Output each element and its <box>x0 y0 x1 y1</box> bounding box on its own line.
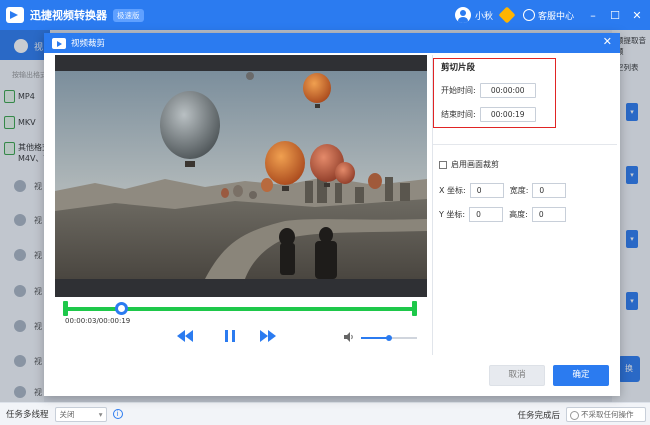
dialog-title-bar: 视频裁剪 ✕ <box>44 33 620 53</box>
video-crop-dialog: 视频裁剪 ✕ 00:00:03/00:00:19 剪切片段 开始时间: 00:0… <box>44 33 620 396</box>
y-label: Y 坐标: <box>439 210 466 219</box>
settings-panel: 剪切片段 开始时间: 00:00:00 结束时间: 00:00:19 启用画面裁… <box>432 55 617 355</box>
cancel-button[interactable]: 取消 <box>489 365 545 386</box>
multithread-select[interactable]: 关闭 <box>54 406 107 422</box>
title-bar: 迅捷视频转换器 极速版 小秋 客服中心 – ☐ ✕ <box>0 0 650 30</box>
support-link[interactable]: 客服中心 <box>538 9 574 22</box>
edition-badge: 极速版 <box>113 8 144 22</box>
ok-button[interactable]: 确定 <box>553 365 609 386</box>
volume-fill <box>361 337 389 339</box>
bottom-bar: 任务多线程 关闭 i 任务完成后 不采取任何操作 <box>0 402 650 425</box>
after-done-select[interactable]: 不采取任何操作 <box>566 407 646 422</box>
enable-crop-label[interactable]: 启用画面裁剪 <box>451 159 499 170</box>
crop-y-height-row: Y 坐标: 0 高度: 0 <box>439 207 572 222</box>
start-time-row: 开始时间: 00:00:00 <box>441 83 536 98</box>
volume-icon[interactable] <box>344 332 354 342</box>
info-icon[interactable]: i <box>112 409 123 419</box>
time-readout: 00:00:03/00:00:19 <box>65 317 131 325</box>
volume-slider[interactable] <box>361 335 417 341</box>
app-logo-icon <box>6 7 24 23</box>
x-label: X 坐标: <box>439 186 466 195</box>
dialog-title: 视频裁剪 <box>71 39 106 49</box>
section-divider <box>433 144 617 145</box>
vip-icon[interactable] <box>498 6 516 24</box>
pause-icon[interactable] <box>223 329 237 343</box>
end-time-input[interactable]: 00:00:19 <box>479 107 536 122</box>
height-input[interactable]: 0 <box>531 207 566 222</box>
player-controls: 00:00:03/00:00:19 <box>55 297 427 354</box>
user-name[interactable]: 小秋 <box>475 9 493 22</box>
playhead-handle[interactable] <box>114 302 128 315</box>
enable-crop-row[interactable]: 启用画面裁剪 <box>439 159 499 170</box>
y-input[interactable]: 0 <box>469 207 504 222</box>
app-title: 迅捷视频转换器 <box>30 9 107 22</box>
width-label: 宽度: <box>509 186 529 195</box>
width-input[interactable]: 0 <box>532 183 567 198</box>
dialog-close-icon[interactable]: ✕ <box>603 35 612 48</box>
close-icon[interactable]: ✕ <box>628 6 646 24</box>
enable-crop-checkbox[interactable] <box>439 160 447 169</box>
end-time-row: 结束时间: 00:00:19 <box>441 107 536 122</box>
start-time-input[interactable]: 00:00:00 <box>479 83 536 98</box>
support-icon[interactable] <box>522 9 535 21</box>
fast-forward-icon[interactable] <box>260 329 276 343</box>
clip-section-heading: 剪切片段 <box>441 63 476 73</box>
height-label: 高度: <box>509 210 528 219</box>
video-preview <box>55 55 427 297</box>
multithread-label: 任务多线程 <box>6 410 49 420</box>
video-icon <box>52 37 66 49</box>
crop-x-width-row: X 坐标: 0 宽度: 0 <box>439 183 572 198</box>
trim-start-handle[interactable] <box>63 301 68 316</box>
maximize-icon[interactable]: ☐ <box>606 6 624 24</box>
minimize-icon[interactable]: – <box>584 6 602 24</box>
start-time-label: 开始时间: <box>441 86 476 95</box>
user-avatar[interactable] <box>454 7 471 23</box>
end-time-label: 结束时间: <box>441 110 476 119</box>
x-input[interactable]: 0 <box>469 183 504 198</box>
video-frame-image <box>55 71 427 279</box>
trim-end-handle[interactable] <box>412 301 417 316</box>
volume-knob[interactable] <box>386 335 392 341</box>
rewind-icon[interactable] <box>177 329 193 343</box>
after-done-label: 任务完成后 <box>517 410 560 421</box>
